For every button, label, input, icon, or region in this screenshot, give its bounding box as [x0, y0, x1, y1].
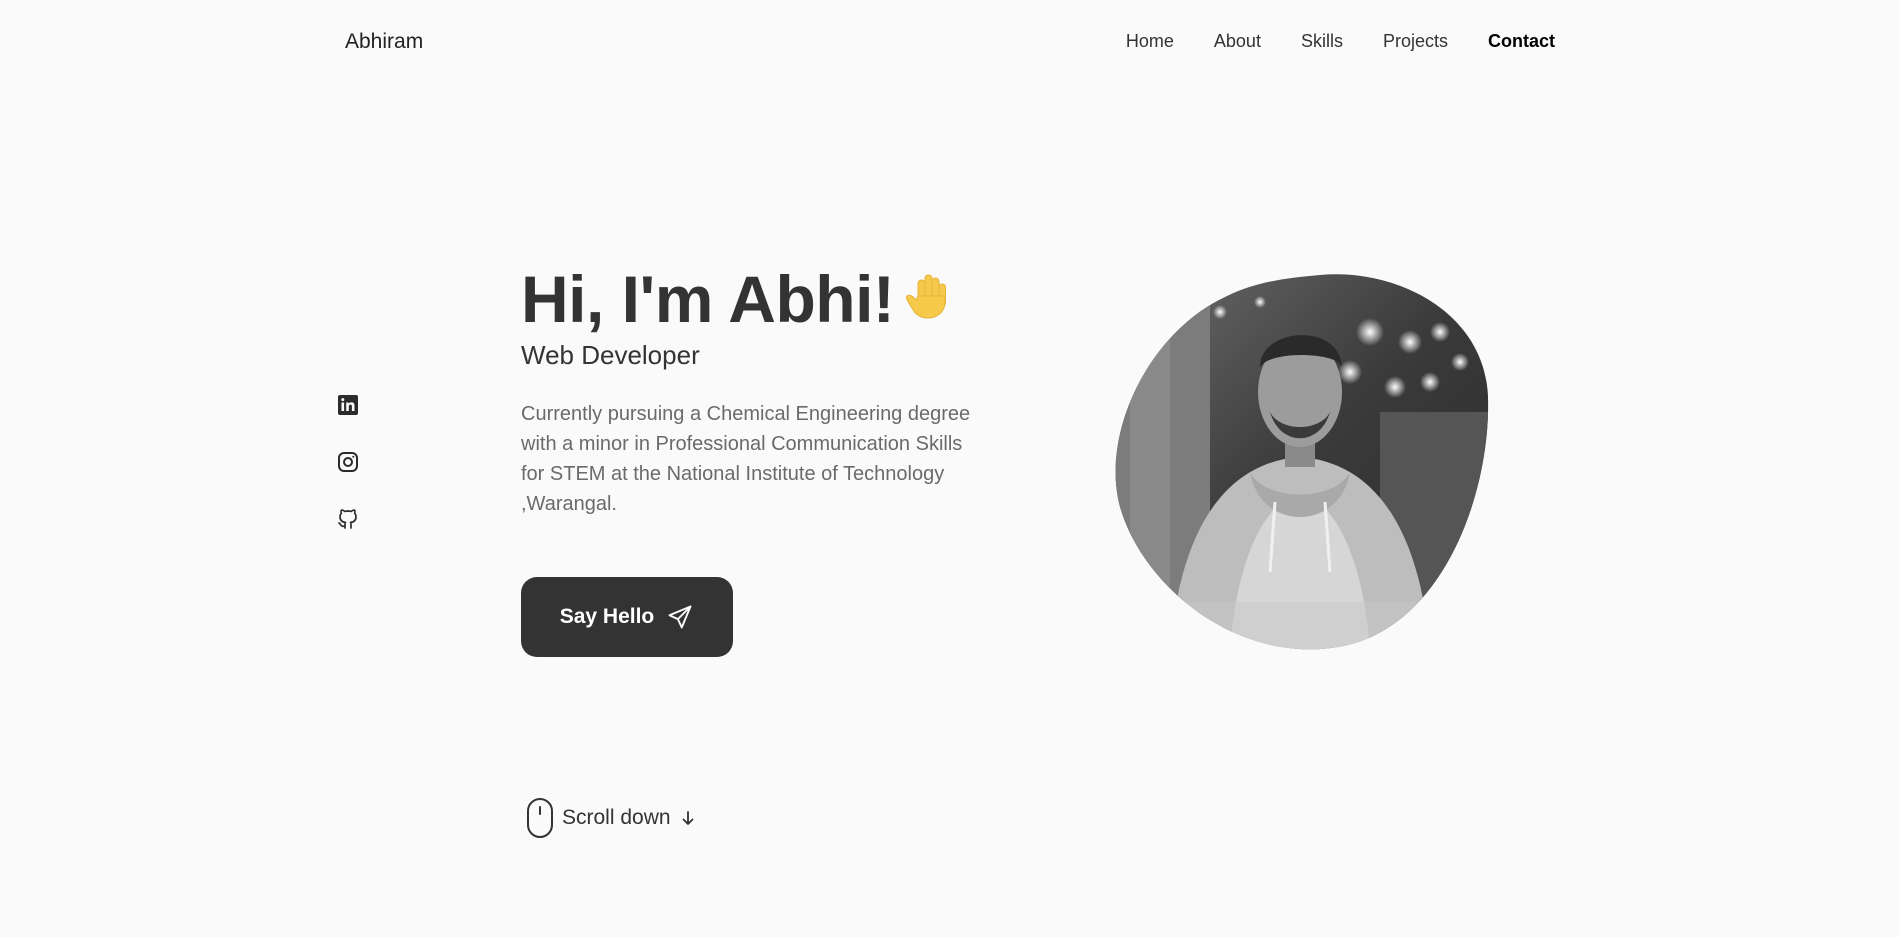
hero-title-text: Hi, I'm Abhi!: [521, 262, 895, 336]
nav-projects[interactable]: Projects: [1383, 31, 1448, 52]
waving-hand-icon: [904, 265, 954, 334]
send-icon: [668, 605, 692, 629]
nav-skills[interactable]: Skills: [1301, 31, 1343, 52]
say-hello-button[interactable]: Say Hello: [521, 577, 733, 657]
mouse-icon: [527, 798, 553, 838]
linkedin-icon[interactable]: [336, 393, 360, 417]
hero-title: Hi, I'm Abhi!: [521, 262, 1001, 336]
profile-photo: [1115, 274, 1489, 650]
nav-about[interactable]: About: [1214, 31, 1261, 52]
main-nav: Home About Skills Projects Contact: [1126, 31, 1555, 52]
hero-subtitle: Web Developer: [521, 340, 700, 371]
nav-home[interactable]: Home: [1126, 31, 1174, 52]
site-header: Abhiram Home About Skills Projects Conta…: [0, 0, 1900, 88]
nav-contact[interactable]: Contact: [1488, 31, 1555, 52]
scroll-down-label: Scroll down: [562, 806, 671, 829]
hero-description: Currently pursuing a Chemical Engineerin…: [521, 403, 971, 516]
instagram-icon[interactable]: [336, 450, 360, 474]
social-links: [336, 393, 360, 531]
arrow-down-icon: [682, 811, 693, 825]
hero-section: Hi, I'm Abhi! Web Developer Currently pu…: [521, 262, 1001, 519]
github-icon[interactable]: [336, 507, 360, 531]
say-hello-label: Say Hello: [559, 605, 655, 628]
logo[interactable]: Abhiram: [345, 30, 423, 54]
scroll-down-link[interactable]: Scroll down: [526, 797, 697, 839]
